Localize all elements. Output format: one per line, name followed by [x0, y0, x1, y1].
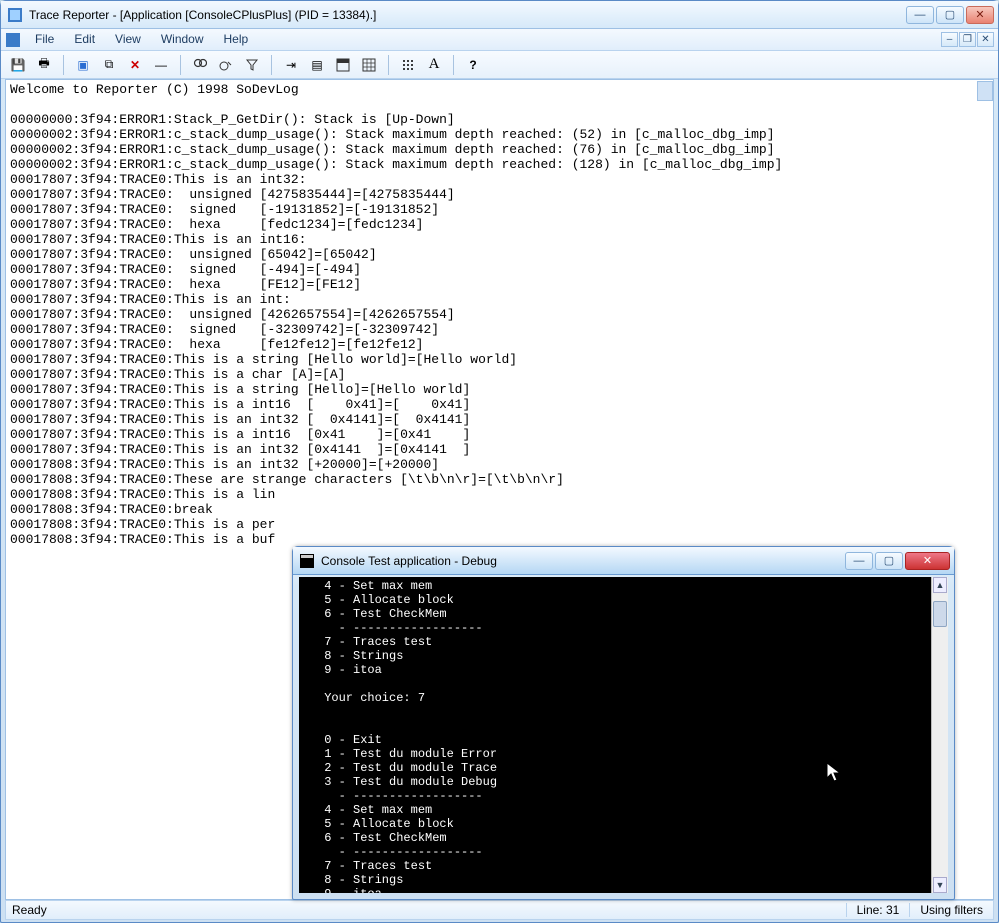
- maximize-button[interactable]: ▢: [936, 6, 964, 24]
- header2-icon[interactable]: [332, 54, 354, 76]
- window-title: Trace Reporter - [Application [ConsoleCP…: [29, 8, 906, 22]
- app-icon: [7, 7, 23, 23]
- copy-icon[interactable]: ⧉: [98, 54, 120, 76]
- print-icon[interactable]: 🖶: [33, 54, 55, 76]
- help-icon[interactable]: ?: [462, 54, 484, 76]
- console-close[interactable]: ✕: [905, 552, 950, 570]
- filter2-icon[interactable]: [241, 54, 263, 76]
- menu-help[interactable]: Help: [214, 29, 259, 50]
- delete-icon[interactable]: ✕: [124, 54, 146, 76]
- mdi-icon: [5, 32, 21, 48]
- console-window: Console Test application - Debug — ▢ ✕ 4…: [292, 546, 955, 900]
- scroll-down-icon[interactable]: ▼: [933, 877, 947, 893]
- header3-icon[interactable]: [358, 54, 380, 76]
- console-icon: [299, 553, 315, 569]
- menu-view[interactable]: View: [105, 29, 151, 50]
- status-filters: Using filters: [909, 903, 993, 917]
- options-icon[interactable]: [397, 54, 419, 76]
- mdi-close[interactable]: ✕: [977, 32, 994, 47]
- menu-edit[interactable]: Edit: [64, 29, 105, 50]
- menu-file[interactable]: File: [25, 29, 64, 50]
- filter1-icon[interactable]: [215, 54, 237, 76]
- console-output[interactable]: 4 - Set max mem 5 - Allocate block 6 - T…: [299, 577, 948, 893]
- scroll-up-icon[interactable]: ▲: [933, 577, 947, 593]
- anchor-icon[interactable]: ⇥: [280, 54, 302, 76]
- menu-window[interactable]: Window: [151, 29, 214, 50]
- minimize-button[interactable]: —: [906, 6, 934, 24]
- menubar: File Edit View Window Help – ❐ ✕: [1, 29, 998, 51]
- find-icon[interactable]: [189, 54, 211, 76]
- delete-all-icon[interactable]: —: [150, 54, 172, 76]
- console-title: Console Test application - Debug: [321, 554, 845, 568]
- console-vscroll[interactable]: ▲ ▼: [931, 577, 948, 893]
- status-line: Line: 31: [846, 903, 910, 917]
- titlebar[interactable]: Trace Reporter - [Application [ConsoleCP…: [1, 1, 998, 29]
- mdi-minimize[interactable]: –: [941, 32, 958, 47]
- close-button[interactable]: ✕: [966, 6, 994, 24]
- save-icon[interactable]: 💾: [7, 54, 29, 76]
- console-thumb[interactable]: [933, 601, 947, 627]
- console-minimize[interactable]: —: [845, 552, 873, 570]
- capture-icon[interactable]: ▣: [72, 54, 94, 76]
- console-maximize[interactable]: ▢: [875, 552, 903, 570]
- font-icon[interactable]: A: [423, 54, 445, 76]
- toolbar: 💾 🖶 ▣ ⧉ ✕ — ⇥ ▤ A ?: [1, 51, 998, 79]
- vscroll-thumb[interactable]: [977, 81, 993, 101]
- statusbar: Ready Line: 31 Using filters: [5, 900, 994, 920]
- header1-icon[interactable]: ▤: [306, 54, 328, 76]
- status-ready: Ready: [6, 903, 846, 917]
- mdi-restore[interactable]: ❐: [959, 32, 976, 47]
- console-titlebar[interactable]: Console Test application - Debug — ▢ ✕: [293, 547, 954, 575]
